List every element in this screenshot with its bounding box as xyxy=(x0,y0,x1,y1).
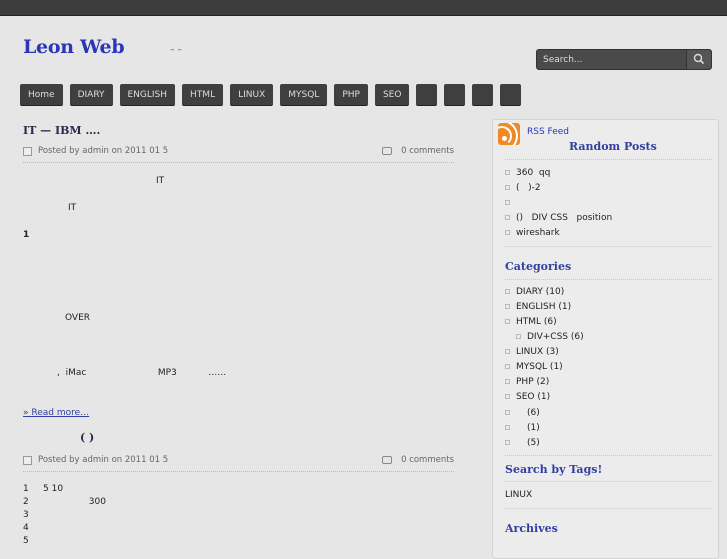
post-title[interactable]: IT — IBM …. xyxy=(23,124,100,137)
main-nav: Home DIARY ENGLISH HTML LINUX MYSQL PHP … xyxy=(20,84,528,106)
divider xyxy=(505,159,712,160)
divider xyxy=(505,246,712,247)
bullet-icon xyxy=(505,379,510,384)
post-text-line: 3 xyxy=(23,510,29,520)
bullet-icon xyxy=(505,215,510,220)
tag-link[interactable]: LINUX xyxy=(505,490,532,500)
post-text-line: IT xyxy=(156,176,165,186)
nav-item-html[interactable]: HTML xyxy=(182,84,224,106)
bullet-icon xyxy=(505,394,510,399)
bullet-icon xyxy=(505,170,510,175)
comments-link[interactable]: 0 comments xyxy=(401,146,454,156)
post-text-line: IT xyxy=(68,203,77,213)
category-item[interactable]: MYSQL (1) xyxy=(505,362,563,372)
rss-feed-link[interactable]: RSS Feed xyxy=(527,127,569,137)
random-post-item[interactable]: wireshark xyxy=(505,228,560,238)
bullet-icon xyxy=(505,289,510,294)
bullet-icon xyxy=(505,440,510,445)
category-item[interactable]: (5) xyxy=(505,438,540,448)
post-text-line: 2 300 xyxy=(23,497,106,507)
site-title[interactable]: Leon Web xyxy=(23,36,125,58)
post-text-line: 1 5 10 xyxy=(23,484,64,494)
bullet-icon xyxy=(505,425,510,430)
bullet-icon xyxy=(505,304,510,309)
post-text-line: OVER xyxy=(65,313,91,323)
bullet-icon xyxy=(505,410,510,415)
comments-link[interactable]: 0 comments xyxy=(401,455,454,465)
random-post-item[interactable]: () DIV CSS position xyxy=(505,213,612,223)
divider xyxy=(23,162,454,163)
divider xyxy=(505,455,712,456)
bullet-icon xyxy=(505,349,510,354)
category-item[interactable]: LINUX (3) xyxy=(505,347,559,357)
bullet-icon xyxy=(505,200,510,205)
nav-item-linux[interactable]: LINUX xyxy=(230,84,274,106)
category-item[interactable]: ENGLISH (1) xyxy=(505,302,571,312)
post-byline: Posted by admin on 2011 01 5 xyxy=(38,146,169,156)
random-post-item[interactable]: ( )-2 xyxy=(505,183,541,193)
post-title[interactable]: ( ) xyxy=(80,431,94,444)
nav-item-12[interactable] xyxy=(500,84,522,106)
rss-icon[interactable] xyxy=(498,123,520,145)
search-icon xyxy=(693,53,705,65)
divider xyxy=(505,481,712,482)
category-item[interactable]: DIV+CSS (6) xyxy=(516,332,584,342)
divider xyxy=(505,279,712,280)
bullet-icon xyxy=(505,230,510,235)
category-item[interactable]: SEO (1) xyxy=(505,392,550,402)
category-item[interactable]: PHP (2) xyxy=(505,377,549,387)
site-description: – – xyxy=(170,45,182,55)
search-input[interactable] xyxy=(537,50,687,69)
categories-heading: Categories xyxy=(505,260,572,273)
bullet-icon xyxy=(516,334,521,339)
comment-icon xyxy=(382,456,392,464)
nav-item-10[interactable] xyxy=(444,84,466,106)
random-posts-heading: Random Posts xyxy=(569,140,657,153)
category-item[interactable]: DIARY (10) xyxy=(505,287,564,297)
nav-item-11[interactable] xyxy=(472,84,494,106)
bullet-icon xyxy=(505,319,510,324)
comment-icon xyxy=(382,147,392,155)
category-item[interactable]: (6) xyxy=(505,408,540,418)
bullet-icon xyxy=(505,185,510,190)
nav-item-english[interactable]: ENGLISH xyxy=(119,84,176,106)
divider xyxy=(23,471,454,472)
top-bar xyxy=(0,0,727,16)
nav-item-home[interactable]: Home xyxy=(20,84,63,106)
document-icon xyxy=(23,147,32,156)
post-text-line: , iMac MP3 …… xyxy=(57,368,227,378)
post-meta: Posted by admin on 2011 01 5 0 comments xyxy=(23,146,454,158)
post-meta: Posted by admin on 2011 01 5 0 comments xyxy=(23,455,454,467)
search-box xyxy=(536,49,712,70)
document-icon xyxy=(23,456,32,465)
nav-item-mysql[interactable]: MYSQL xyxy=(280,84,328,106)
bullet-icon xyxy=(505,364,510,369)
search-button[interactable] xyxy=(686,50,711,69)
tags-heading: Search by Tags! xyxy=(505,463,603,476)
random-post-item[interactable]: 360 qq xyxy=(505,168,550,178)
post-text-line: 4 xyxy=(23,523,29,533)
nav-item-diary[interactable]: DIARY xyxy=(69,84,113,106)
read-more-link[interactable]: » Read more… xyxy=(23,408,89,418)
divider xyxy=(505,508,712,509)
nav-item-9[interactable] xyxy=(416,84,438,106)
category-item[interactable]: (1) xyxy=(505,423,540,433)
nav-item-php[interactable]: PHP xyxy=(334,84,368,106)
archives-heading: Archives xyxy=(505,522,558,535)
random-post-item[interactable] xyxy=(505,198,516,208)
nav-item-seo[interactable]: SEO xyxy=(374,84,410,106)
post-byline: Posted by admin on 2011 01 5 xyxy=(38,455,169,465)
category-item[interactable]: HTML (6) xyxy=(505,317,557,327)
post-text-line: 1 xyxy=(23,230,30,240)
